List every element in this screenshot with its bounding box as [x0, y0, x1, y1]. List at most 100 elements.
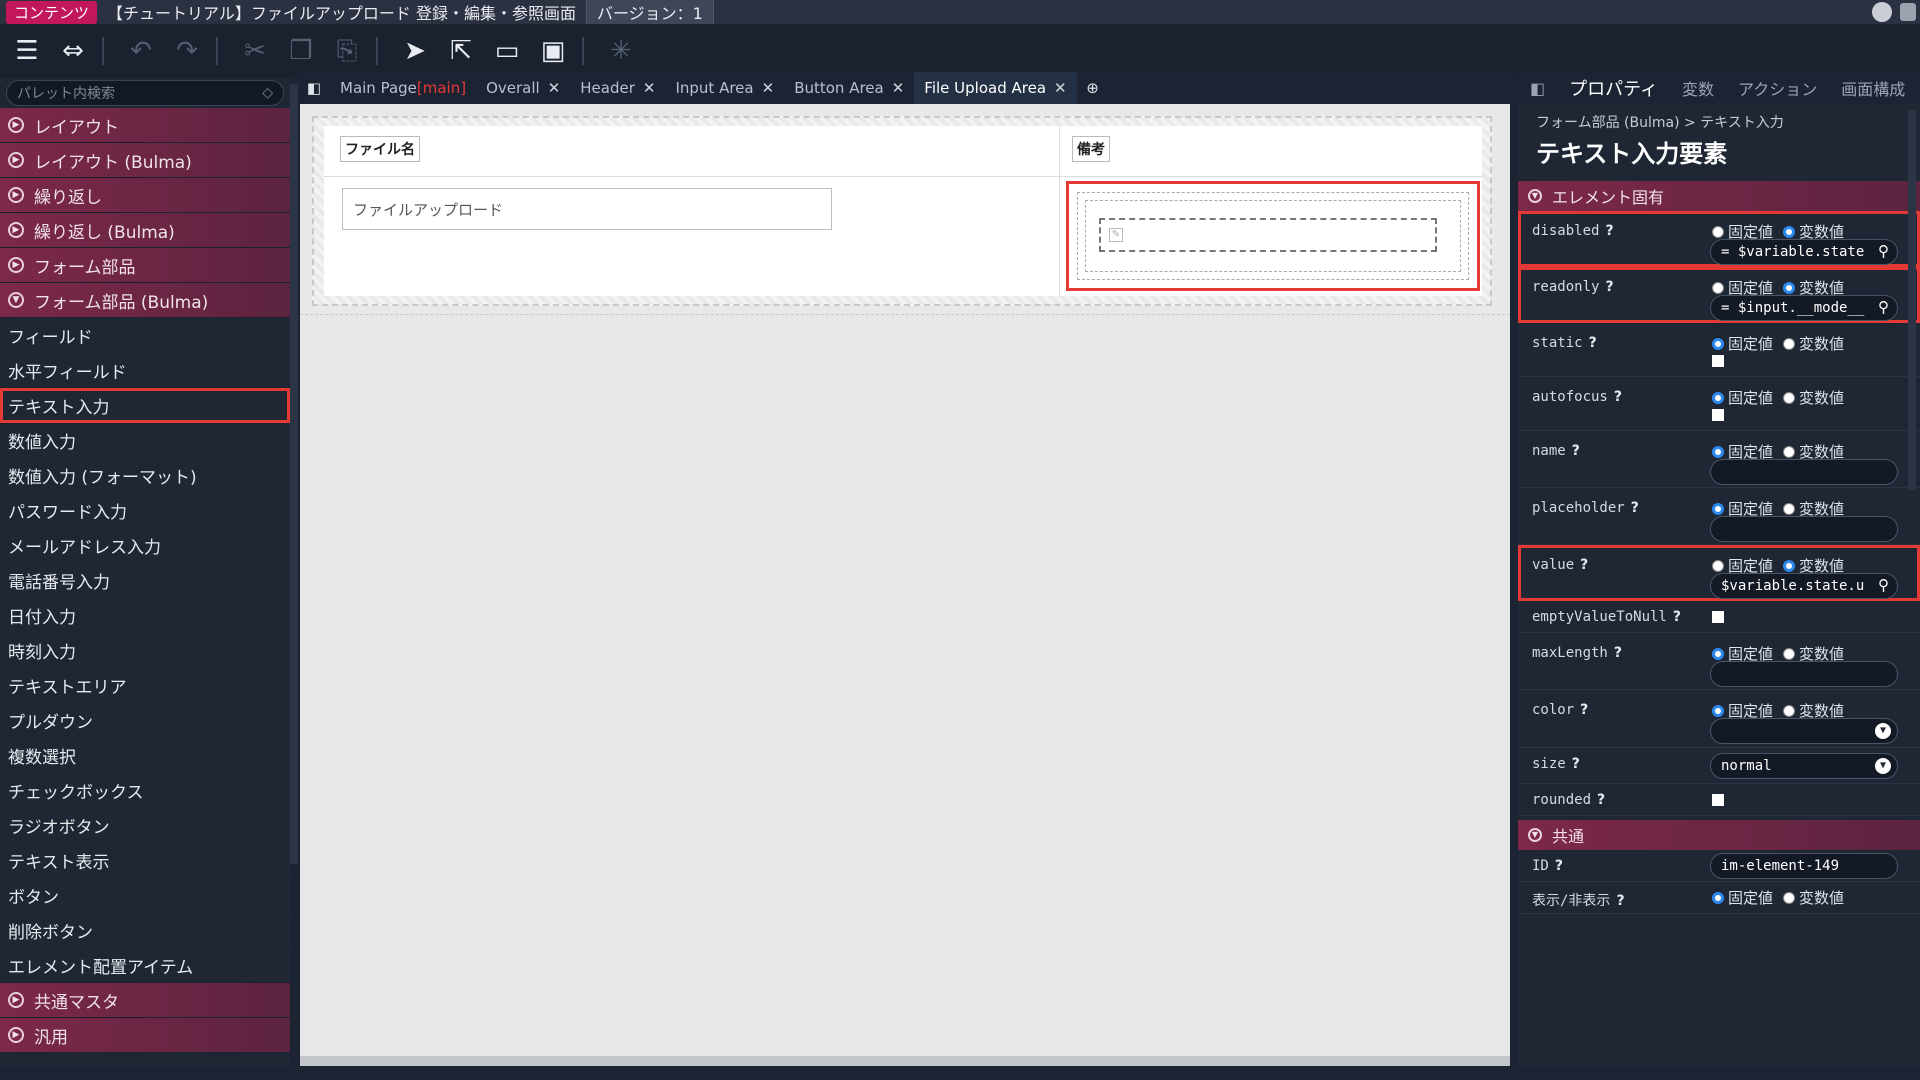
help-icon[interactable]: ? — [1572, 756, 1580, 772]
checkbox[interactable] — [1712, 794, 1724, 806]
palette-category[interactable]: ▶ レイアウト (Bulma) — [0, 143, 290, 178]
selected-element-highlight[interactable]: ✎ — [1066, 181, 1480, 291]
select-parent-icon[interactable]: ⇱ — [442, 32, 480, 70]
radio-var-dot[interactable] — [1783, 502, 1796, 515]
palette-category[interactable]: ▼ フォーム部品 (Bulma) — [0, 283, 290, 318]
property-input-disabled[interactable]: = $variable.state ⚲ — [1710, 239, 1898, 265]
expand-icon[interactable]: ▶ — [8, 222, 24, 238]
preview-monitor-icon[interactable]: ▭ — [488, 32, 526, 70]
chevron-down-icon[interactable]: ▼ — [1875, 723, 1891, 739]
help-icon[interactable]: ? — [1605, 279, 1613, 295]
palette-element[interactable]: 数値入力 (フォーマット) — [0, 458, 290, 493]
file-upload-area-frame[interactable]: ファイル名 備考 ファイルアップロード ✎ — [312, 116, 1492, 306]
palette-category[interactable]: ▶ 汎用 — [0, 1018, 290, 1053]
property-input-color[interactable]: ▼ — [1710, 718, 1898, 744]
palette-scrollbar[interactable] — [290, 84, 298, 864]
collapse-panel-icon[interactable]: ◧ — [298, 72, 330, 104]
palette-element[interactable]: ボタン — [0, 878, 290, 913]
property-input-placeholder[interactable] — [1710, 516, 1898, 542]
help-icon[interactable]: ? — [1589, 335, 1597, 351]
help-icon[interactable]: ? — [1631, 500, 1639, 516]
palette-element[interactable]: 複数選択 — [0, 738, 290, 773]
property-input-value[interactable]: $variable.state.u ⚲ — [1710, 573, 1898, 599]
checkbox[interactable] — [1712, 611, 1724, 623]
palette-element[interactable]: 削除ボタン — [0, 913, 290, 948]
radio-var-dot[interactable] — [1783, 391, 1796, 404]
canvas-horizontal-scrollbar[interactable] — [300, 1056, 1510, 1066]
radio-fixed-dot[interactable] — [1712, 445, 1724, 458]
search-icon[interactable]: ⚲ — [1878, 576, 1889, 594]
cut-icon[interactable]: ✂ — [236, 32, 274, 70]
expand-icon[interactable]: ▶ — [8, 152, 24, 168]
file-upload-field[interactable]: ファイルアップロード — [342, 188, 832, 230]
radio-fixed[interactable]: 固定値 — [1712, 887, 1773, 908]
palette-element[interactable]: チェックボックス — [0, 773, 290, 808]
add-tab-icon[interactable]: ⊕ — [1077, 72, 1109, 104]
expand-icon[interactable]: ▶ — [8, 992, 24, 1008]
radio-var-dot[interactable] — [1783, 225, 1796, 238]
search-icon[interactable]: ⚲ — [1878, 242, 1889, 260]
palette-category[interactable]: ▶ フォーム部品 — [0, 248, 290, 283]
paste-icon[interactable]: ⎘ — [328, 32, 366, 70]
radio-fixed-dot[interactable] — [1712, 391, 1724, 404]
version-label[interactable]: バージョン：1 — [585, 0, 714, 25]
close-icon[interactable]: ✕ — [643, 79, 656, 97]
spinner-icon[interactable]: ✳ — [602, 32, 640, 70]
palette-element[interactable]: 水平フィールド — [0, 353, 290, 388]
radio-var-dot[interactable] — [1783, 559, 1796, 572]
radio-fixed-dot[interactable] — [1712, 337, 1724, 350]
palette-element[interactable]: テキストエリア — [0, 668, 290, 703]
expand-icon[interactable]: ▶ — [8, 117, 24, 133]
help-icon[interactable]: ? — [1572, 443, 1580, 459]
palette-element[interactable]: エレメント配置アイテム — [0, 948, 290, 983]
tab-main-page[interactable]: Main Page [main] — [330, 72, 476, 104]
checkbox[interactable] — [1712, 409, 1724, 421]
collapse-icon[interactable]: ▼ — [1528, 828, 1542, 842]
tab-actions[interactable]: アクション — [1726, 76, 1829, 100]
close-icon[interactable]: ✕ — [762, 79, 775, 97]
radio-var-dot[interactable] — [1783, 647, 1796, 660]
radio-var-dot[interactable] — [1783, 891, 1796, 904]
tab-overall[interactable]: Overall ✕ — [476, 72, 570, 104]
help-icon[interactable]: ? — [1580, 557, 1588, 573]
radio-fixed-dot[interactable] — [1712, 647, 1724, 660]
palette-search-input[interactable]: パレット内検索 ◇ — [6, 80, 284, 106]
radio-var[interactable]: 変数値 — [1783, 333, 1844, 354]
palette-element[interactable]: 時刻入力 — [0, 633, 290, 668]
palette-element[interactable]: フィールド — [0, 318, 290, 353]
palette-element[interactable]: ラジオボタン — [0, 808, 290, 843]
radio-var-dot[interactable] — [1783, 445, 1796, 458]
tab-screen-structure[interactable]: 画面構成 — [1829, 76, 1917, 100]
palette-element[interactable]: メールアドレス入力 — [0, 528, 290, 563]
expand-icon[interactable]: ▶ — [8, 187, 24, 203]
tab-input-area[interactable]: Input Area ✕ — [665, 72, 784, 104]
palette-element[interactable]: 電話番号入力 — [0, 563, 290, 598]
property-input-name[interactable] — [1710, 459, 1898, 485]
tab-header[interactable]: Header ✕ — [570, 72, 665, 104]
css-icon[interactable]: ▣ — [534, 32, 572, 70]
close-icon[interactable]: ✕ — [548, 79, 561, 97]
help-icon[interactable]: ? — [1580, 702, 1588, 718]
palette-category[interactable]: ▶ 繰り返し (Bulma) — [0, 213, 290, 248]
expand-icon[interactable]: ▼ — [8, 292, 24, 308]
radio-fixed-dot[interactable] — [1712, 225, 1724, 238]
checkbox[interactable] — [1712, 355, 1724, 367]
search-icon[interactable]: ⚲ — [1878, 298, 1889, 316]
palette-category[interactable]: ▶ レイアウト — [0, 108, 290, 143]
radio-var[interactable]: 変数値 — [1783, 387, 1844, 408]
radio-var-dot[interactable] — [1783, 704, 1796, 717]
file-table[interactable]: ファイル名 備考 ファイルアップロード ✎ — [324, 126, 1482, 296]
radio-fixed-dot[interactable] — [1712, 502, 1724, 515]
radio-var-dot[interactable] — [1783, 281, 1796, 294]
property-input-readonly[interactable]: = $input.__mode__ ⚲ — [1710, 295, 1898, 321]
user-avatar-icon[interactable] — [1872, 2, 1892, 22]
radio-fixed-dot[interactable] — [1712, 704, 1724, 717]
help-icon[interactable]: ? — [1605, 223, 1613, 239]
chevron-down-icon[interactable]: ▼ — [1875, 758, 1891, 774]
radio-fixed[interactable]: 固定値 — [1712, 387, 1773, 408]
palette-element[interactable]: テキスト表示 — [0, 843, 290, 878]
palette-element[interactable]: プルダウン — [0, 703, 290, 738]
tab-variables[interactable]: 変数 — [1670, 76, 1726, 100]
palette-element[interactable]: テキスト入力 — [0, 388, 290, 423]
radio-fixed-dot[interactable] — [1712, 891, 1724, 904]
